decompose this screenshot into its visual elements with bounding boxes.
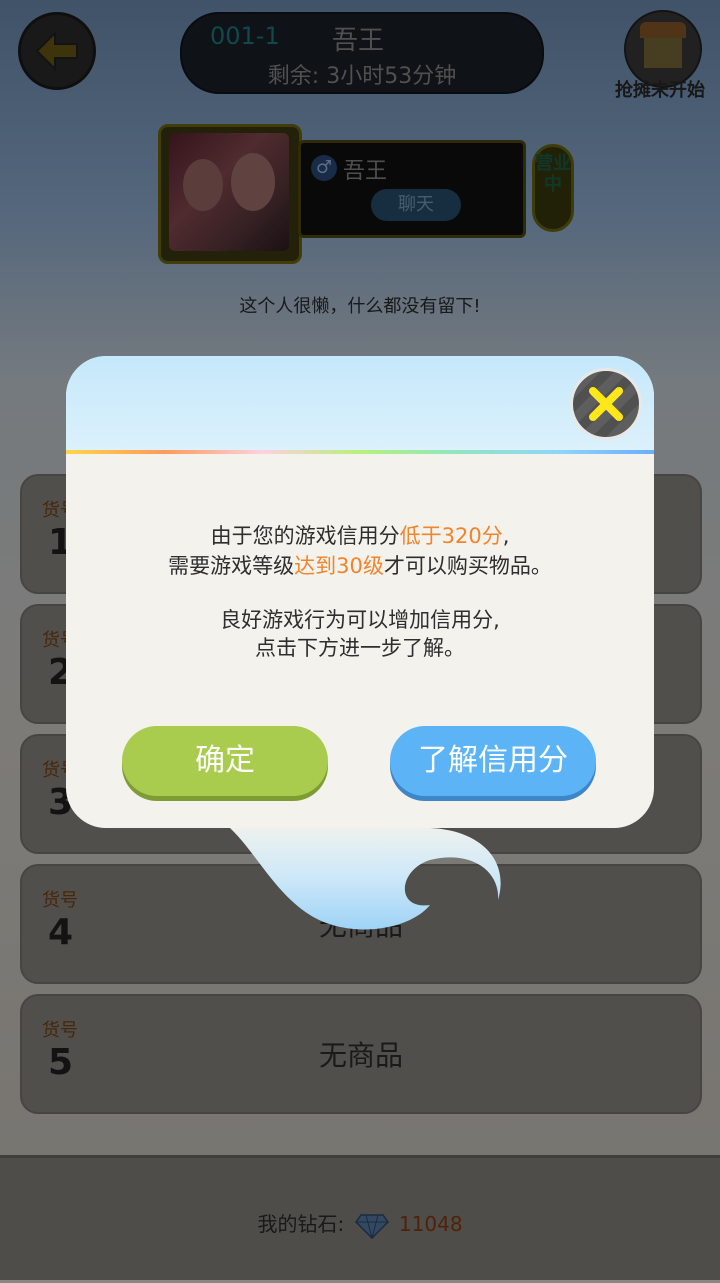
rainbow-divider xyxy=(66,450,654,454)
learn-credit-button[interactable]: 了解信用分 xyxy=(390,726,596,796)
confirm-label: 确定 xyxy=(195,743,255,778)
close-icon xyxy=(589,387,623,421)
credit-threshold: 低于320分 xyxy=(399,524,503,548)
close-button[interactable] xyxy=(570,368,642,440)
level-requirement: 达到30级 xyxy=(294,554,384,578)
learn-credit-label: 了解信用分 xyxy=(418,743,568,778)
dialog-message-line-1: 由于您的游戏信用分低于320分, xyxy=(210,524,510,548)
dialog-message-line-2: 需要游戏等级达到30级才可以购买物品。 xyxy=(168,554,552,578)
credit-dialog: 由于您的游戏信用分低于320分, 需要游戏等级达到30级才可以购买物品。 良好游… xyxy=(66,356,654,828)
dialog-header xyxy=(66,356,654,452)
confirm-button[interactable]: 确定 xyxy=(122,726,328,796)
dialog-message-line-3: 良好游戏行为可以增加信用分, xyxy=(220,608,500,632)
dialog-message-line-4: 点击下方进一步了解。 xyxy=(255,636,465,660)
